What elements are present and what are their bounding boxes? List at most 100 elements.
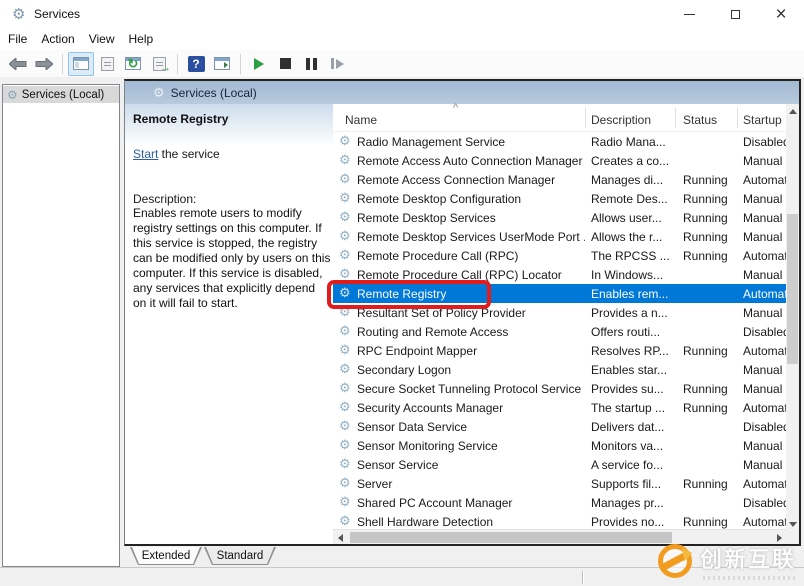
service-row[interactable]: RPC Endpoint Mapper Resolves RP... Runni… xyxy=(333,341,786,360)
service-name: Remote Desktop Configuration xyxy=(357,192,585,206)
service-description: Creates a co... xyxy=(591,154,677,168)
service-description: Manages pr... xyxy=(591,496,677,510)
show-console-tree-button[interactable] xyxy=(68,52,94,76)
service-name: Secure Socket Tunneling Protocol Service xyxy=(357,382,585,396)
help-button[interactable] xyxy=(183,52,209,76)
service-description: Remote Des... xyxy=(591,192,677,206)
service-startup-type: Disabled xyxy=(743,325,786,339)
service-description: Allows the r... xyxy=(591,230,677,244)
scroll-up-button[interactable] xyxy=(786,104,799,118)
tree-item-services-local[interactable]: Services (Local) xyxy=(3,86,119,103)
service-row[interactable]: Sensor Monitoring Service Monitors va...… xyxy=(333,436,786,455)
horizontal-scrollbar-thumb[interactable] xyxy=(350,532,672,543)
service-row[interactable]: Shared PC Account Manager Manages pr... … xyxy=(333,493,786,512)
service-gear-icon xyxy=(339,134,351,148)
service-name: Remote Access Connection Manager xyxy=(357,173,585,187)
service-name: Routing and Remote Access xyxy=(357,325,585,339)
pause-icon xyxy=(306,58,317,70)
service-row[interactable]: Secondary Logon Enables star... Manual xyxy=(333,360,786,379)
service-startup-type: Automatic xyxy=(743,173,786,187)
menu-item[interactable]: View xyxy=(89,29,124,49)
back-button[interactable] xyxy=(5,52,31,76)
console-tree-icon xyxy=(73,57,89,70)
service-row[interactable]: Remote Registry Enables rem... Automatic xyxy=(333,284,786,303)
column-divider[interactable] xyxy=(675,108,676,128)
forward-button[interactable] xyxy=(31,52,57,76)
maximize-button[interactable] xyxy=(712,0,758,28)
column-header-status[interactable]: Status xyxy=(683,113,717,127)
panel-header: Services (Local) xyxy=(125,81,799,104)
view-tab[interactable]: Extended xyxy=(130,547,202,565)
menu-item[interactable]: Help xyxy=(129,29,163,49)
service-status: Running xyxy=(683,249,735,263)
title-bar: Services xyxy=(0,0,804,28)
column-divider[interactable] xyxy=(585,108,586,128)
vertical-scrollbar[interactable] xyxy=(786,104,799,531)
vertical-scrollbar-thumb[interactable] xyxy=(787,214,798,364)
service-startup-type: Manual xyxy=(743,192,786,206)
maximize-icon xyxy=(731,10,740,19)
service-name: Security Accounts Manager xyxy=(357,401,585,415)
service-row[interactable]: Radio Management Service Radio Mana... D… xyxy=(333,132,786,151)
menu-item[interactable]: Action xyxy=(41,29,83,49)
stop-icon xyxy=(280,58,291,69)
up-arrow-icon xyxy=(789,109,797,114)
pause-service-button[interactable] xyxy=(298,52,324,76)
service-row[interactable]: Remote Access Connection Manager Manages… xyxy=(333,170,786,189)
service-row[interactable]: Server Supports fil... Running Automatic xyxy=(333,474,786,493)
start-service-button[interactable] xyxy=(246,52,272,76)
refresh-button[interactable] xyxy=(120,52,146,76)
service-row[interactable]: Sensor Service A service fo... Manual xyxy=(333,455,786,474)
service-gear-icon xyxy=(339,495,351,509)
menu-item[interactable]: File xyxy=(8,29,36,49)
watermark: 创新互联 xyxy=(656,536,804,586)
column-divider[interactable] xyxy=(737,108,738,128)
stop-service-button[interactable] xyxy=(272,52,298,76)
refresh-icon xyxy=(128,56,139,72)
service-name: Remote Procedure Call (RPC) xyxy=(357,249,585,263)
service-name: Sensor Data Service xyxy=(357,420,585,434)
column-header-name[interactable]: Name xyxy=(345,113,377,127)
forward-arrow-icon xyxy=(35,58,53,70)
service-row[interactable]: Remote Desktop Configuration Remote Des.… xyxy=(333,189,786,208)
service-row[interactable]: Routing and Remote Access Offers routi..… xyxy=(333,322,786,341)
service-rows: Radio Management Service Radio Mana... D… xyxy=(333,132,786,531)
close-button[interactable] xyxy=(758,0,804,28)
service-gear-icon xyxy=(339,153,351,167)
minimize-button[interactable] xyxy=(666,0,712,28)
service-row[interactable]: Remote Desktop Services UserMode Port ..… xyxy=(333,227,786,246)
service-status: Running xyxy=(683,344,735,358)
service-name: Remote Registry xyxy=(357,287,585,301)
service-gear-icon xyxy=(339,324,351,338)
service-status: Running xyxy=(683,192,735,206)
service-row[interactable]: Sensor Data Service Delivers dat... Disa… xyxy=(333,417,786,436)
service-description: The RPCSS ... xyxy=(591,249,677,263)
service-row[interactable]: Secure Socket Tunneling Protocol Service… xyxy=(333,379,786,398)
service-row[interactable]: Remote Desktop Services Allows user... R… xyxy=(333,208,786,227)
column-header-description[interactable]: Description xyxy=(591,113,651,127)
service-row[interactable]: Remote Procedure Call (RPC) Locator In W… xyxy=(333,265,786,284)
export-arrow-icon xyxy=(160,62,171,74)
column-header-startup[interactable]: Startup xyxy=(743,113,782,127)
service-description: The startup ... xyxy=(591,401,677,415)
service-row[interactable]: Remote Access Auto Connection Manager Cr… xyxy=(333,151,786,170)
service-row[interactable]: Remote Procedure Call (RPC) The RPCSS ..… xyxy=(333,246,786,265)
service-action-line: Start the service xyxy=(133,147,331,161)
view-tab[interactable]: Standard xyxy=(204,547,276,565)
service-name: Sensor Monitoring Service xyxy=(357,439,585,453)
restart-service-button[interactable] xyxy=(324,52,350,76)
service-description: Supports fil... xyxy=(591,477,677,491)
export-list-button[interactable] xyxy=(146,52,172,76)
properties-button[interactable] xyxy=(94,52,120,76)
service-row[interactable]: Resultant Set of Policy Provider Provide… xyxy=(333,303,786,322)
status-bar-divider xyxy=(582,571,583,584)
service-name: Remote Procedure Call (RPC) Locator xyxy=(357,268,585,282)
menu-bar: FileAction ViewHelp xyxy=(0,28,804,50)
service-startup-type: Automatic xyxy=(743,477,786,491)
service-status: Running xyxy=(683,401,735,415)
description-label: Description: xyxy=(133,192,331,206)
service-row[interactable]: Security Accounts Manager The startup ..… xyxy=(333,398,786,417)
scroll-left-button[interactable] xyxy=(333,530,347,545)
show-extended-view-button[interactable] xyxy=(209,52,235,76)
start-service-link[interactable]: Start xyxy=(133,147,158,161)
